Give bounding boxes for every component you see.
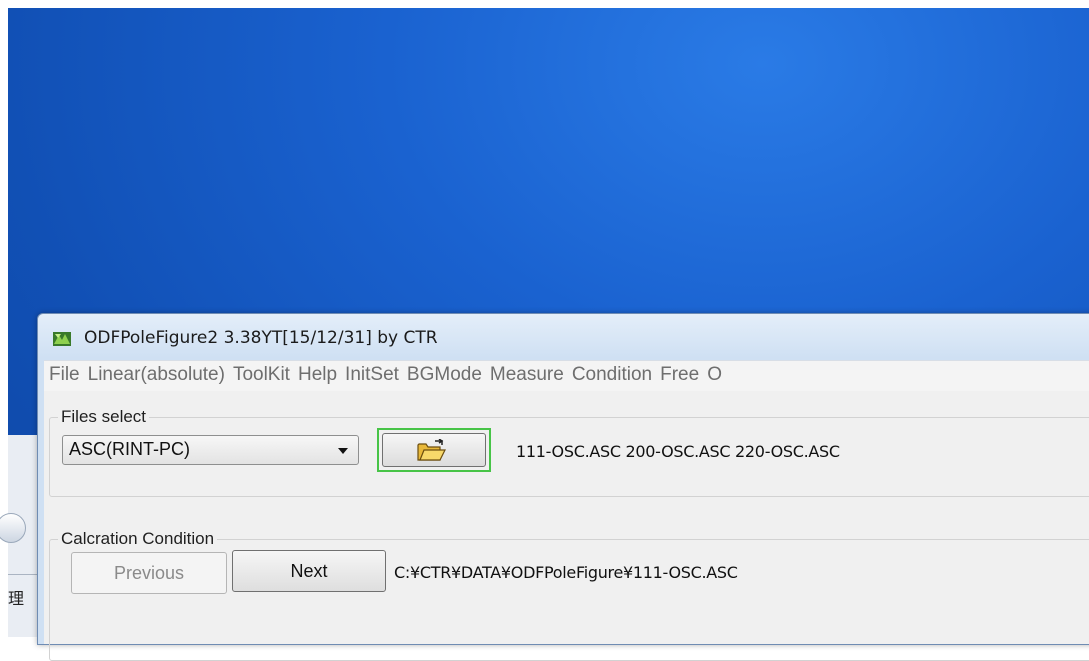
next-button[interactable]: Next: [232, 550, 386, 592]
format-select-value: ASC(RINT-PC): [69, 439, 190, 459]
calc-condition-group: Calcration Condition Previous Next C:¥CT…: [49, 529, 1089, 661]
menu-toolkit[interactable]: ToolKit: [228, 361, 293, 386]
menu-initset[interactable]: InitSet: [340, 361, 402, 386]
title-bar[interactable]: ODFPoleFigure2 3.38YT[15/12/31] by CTR: [38, 314, 1089, 358]
menu-bgmode[interactable]: BGMode: [402, 361, 485, 386]
menu-linear-absolute[interactable]: Linear(absolute): [83, 361, 228, 386]
start-orb-icon[interactable]: [0, 513, 26, 543]
files-select-label: Files select: [58, 407, 150, 427]
menu-file[interactable]: File: [44, 361, 83, 386]
files-select-group: Files select ASC(RINT-PC) 111-OSC.ASC 20…: [49, 407, 1089, 497]
menu-overflow[interactable]: O: [702, 361, 725, 386]
app-window: ODFPoleFigure2 3.38YT[15/12/31] by CTR F…: [37, 313, 1089, 661]
menu-free[interactable]: Free: [655, 361, 702, 386]
menu-measure[interactable]: Measure: [485, 361, 567, 386]
screen-edge-top: [0, 0, 1089, 8]
window-title: ODFPoleFigure2 3.38YT[15/12/31] by CTR: [84, 328, 438, 348]
open-folder-icon: [417, 439, 446, 461]
open-folder-button[interactable]: [377, 428, 491, 472]
chevron-down-icon: [338, 448, 348, 454]
background-window-text: 理: [8, 589, 25, 608]
menu-bar: File Linear(absolute) ToolKit Help InitSet BG…: [44, 360, 1089, 391]
app-icon: [53, 332, 71, 346]
previous-button[interactable]: Previous: [71, 552, 227, 594]
selected-files-text: 111-OSC.ASC 200-OSC.ASC 220-OSC.ASC: [516, 442, 840, 461]
client-area: Files select ASC(RINT-PC) 111-OSC.ASC 20…: [44, 391, 1089, 661]
open-folder-button-face: [382, 433, 486, 467]
menu-help[interactable]: Help: [293, 361, 340, 386]
format-select[interactable]: ASC(RINT-PC): [62, 435, 359, 465]
current-file-path: C:¥CTR¥DATA¥ODFPoleFigure¥111-OSC.ASC: [394, 563, 738, 582]
menu-condition[interactable]: Condition: [567, 361, 655, 386]
calc-condition-label: Calcration Condition: [58, 529, 218, 549]
